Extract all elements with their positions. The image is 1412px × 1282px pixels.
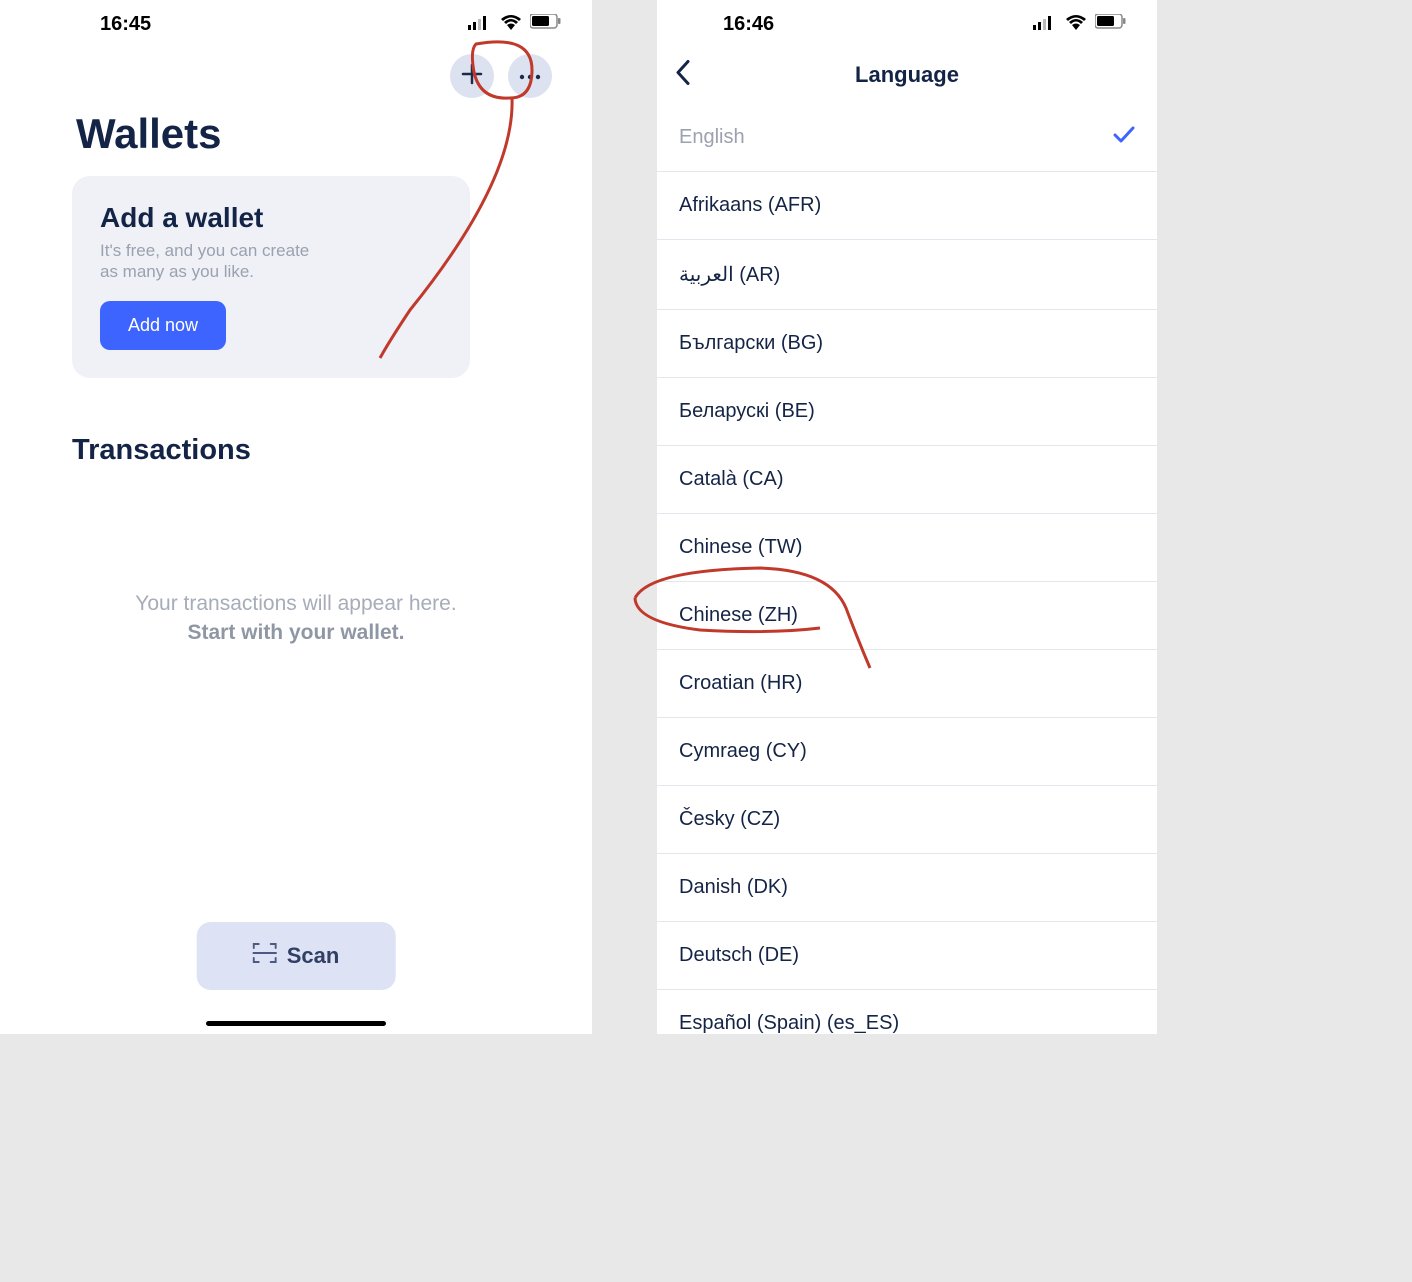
language-header: Language (657, 46, 1157, 104)
language-label: Български (BG) (679, 332, 823, 354)
more-button[interactable] (508, 54, 552, 98)
status-bar: 16:45 (0, 0, 592, 40)
cellular-icon (468, 13, 492, 36)
scan-icon (253, 942, 277, 970)
language-item[interactable]: Català (CA) (657, 446, 1157, 514)
language-label: Беларускі (BE) (679, 400, 815, 422)
scan-button[interactable]: Scan (197, 922, 396, 990)
header-title: Language (855, 62, 959, 88)
language-label: Deutsch (DE) (679, 944, 799, 966)
language-item[interactable]: العربية (AR) (657, 240, 1157, 310)
add-button[interactable] (450, 54, 494, 98)
language-item[interactable]: Croatian (HR) (657, 650, 1157, 718)
status-icons (468, 13, 562, 36)
language-item[interactable]: Беларускі (BE) (657, 378, 1157, 446)
empty-line2: Start with your wallet. (0, 618, 592, 647)
language-item[interactable]: Chinese (TW) (657, 514, 1157, 582)
card-title: Add a wallet (100, 202, 442, 234)
language-item[interactable]: Afrikaans (AFR) (657, 172, 1157, 240)
add-now-button[interactable]: Add now (100, 301, 226, 350)
top-actions (0, 40, 592, 98)
transactions-title: Transactions (0, 378, 592, 467)
language-label: Česky (CZ) (679, 808, 780, 830)
language-item[interactable]: Chinese (ZH) (657, 582, 1157, 650)
language-label: Afrikaans (AFR) (679, 194, 821, 216)
card-subtitle: It's free, and you can create as many as… (100, 240, 330, 283)
language-item[interactable]: Danish (DK) (657, 854, 1157, 922)
scan-label: Scan (287, 943, 340, 969)
language-screen: 16:46 Language English Afrikaans (AFR) الع… (657, 0, 1157, 1034)
page-title: Wallets (0, 98, 592, 176)
language-item[interactable]: Български (BG) (657, 310, 1157, 378)
battery-icon (530, 13, 562, 36)
back-button[interactable] (675, 60, 691, 91)
language-list[interactable]: English Afrikaans (AFR) العربية (AR) Българ… (657, 104, 1157, 1034)
battery-icon (1095, 13, 1127, 36)
empty-line1: Your transactions will appear here. (0, 589, 592, 618)
language-label: Chinese (TW) (679, 536, 802, 558)
more-icon (519, 67, 541, 85)
transactions-empty-state: Your transactions will appear here. Star… (0, 589, 592, 648)
add-wallet-card: Add a wallet It's free, and you can crea… (72, 176, 470, 378)
language-label: Chinese (ZH) (679, 604, 798, 626)
language-label: العربية (AR) (679, 264, 780, 286)
cellular-icon (1033, 13, 1057, 36)
status-time: 16:46 (677, 13, 774, 36)
home-indicator[interactable] (206, 1021, 386, 1026)
check-icon (1113, 126, 1135, 150)
language-label: English (679, 126, 745, 148)
wifi-icon (1065, 13, 1087, 36)
language-label: Català (CA) (679, 468, 783, 490)
wifi-icon (500, 13, 522, 36)
time-label: 16:46 (723, 13, 774, 35)
status-bar: 16:46 (657, 0, 1157, 40)
time-label: 16:45 (100, 13, 151, 35)
status-time: 16:45 (30, 13, 151, 36)
wallets-screen: 16:45 Wallets Add a wallet (0, 0, 592, 1034)
plus-icon (461, 63, 483, 90)
chevron-left-icon (675, 73, 691, 90)
language-label: Cymraeg (CY) (679, 740, 807, 762)
language-item[interactable]: Česky (CZ) (657, 786, 1157, 854)
language-label: Español (Spain) (es_ES) (679, 1012, 899, 1034)
status-icons (1033, 13, 1127, 36)
language-label: Croatian (HR) (679, 672, 802, 694)
language-item[interactable]: Español (Spain) (es_ES) (657, 990, 1157, 1034)
language-item[interactable]: Deutsch (DE) (657, 922, 1157, 990)
language-item[interactable]: Cymraeg (CY) (657, 718, 1157, 786)
language-item[interactable]: English (657, 104, 1157, 172)
language-label: Danish (DK) (679, 876, 788, 898)
